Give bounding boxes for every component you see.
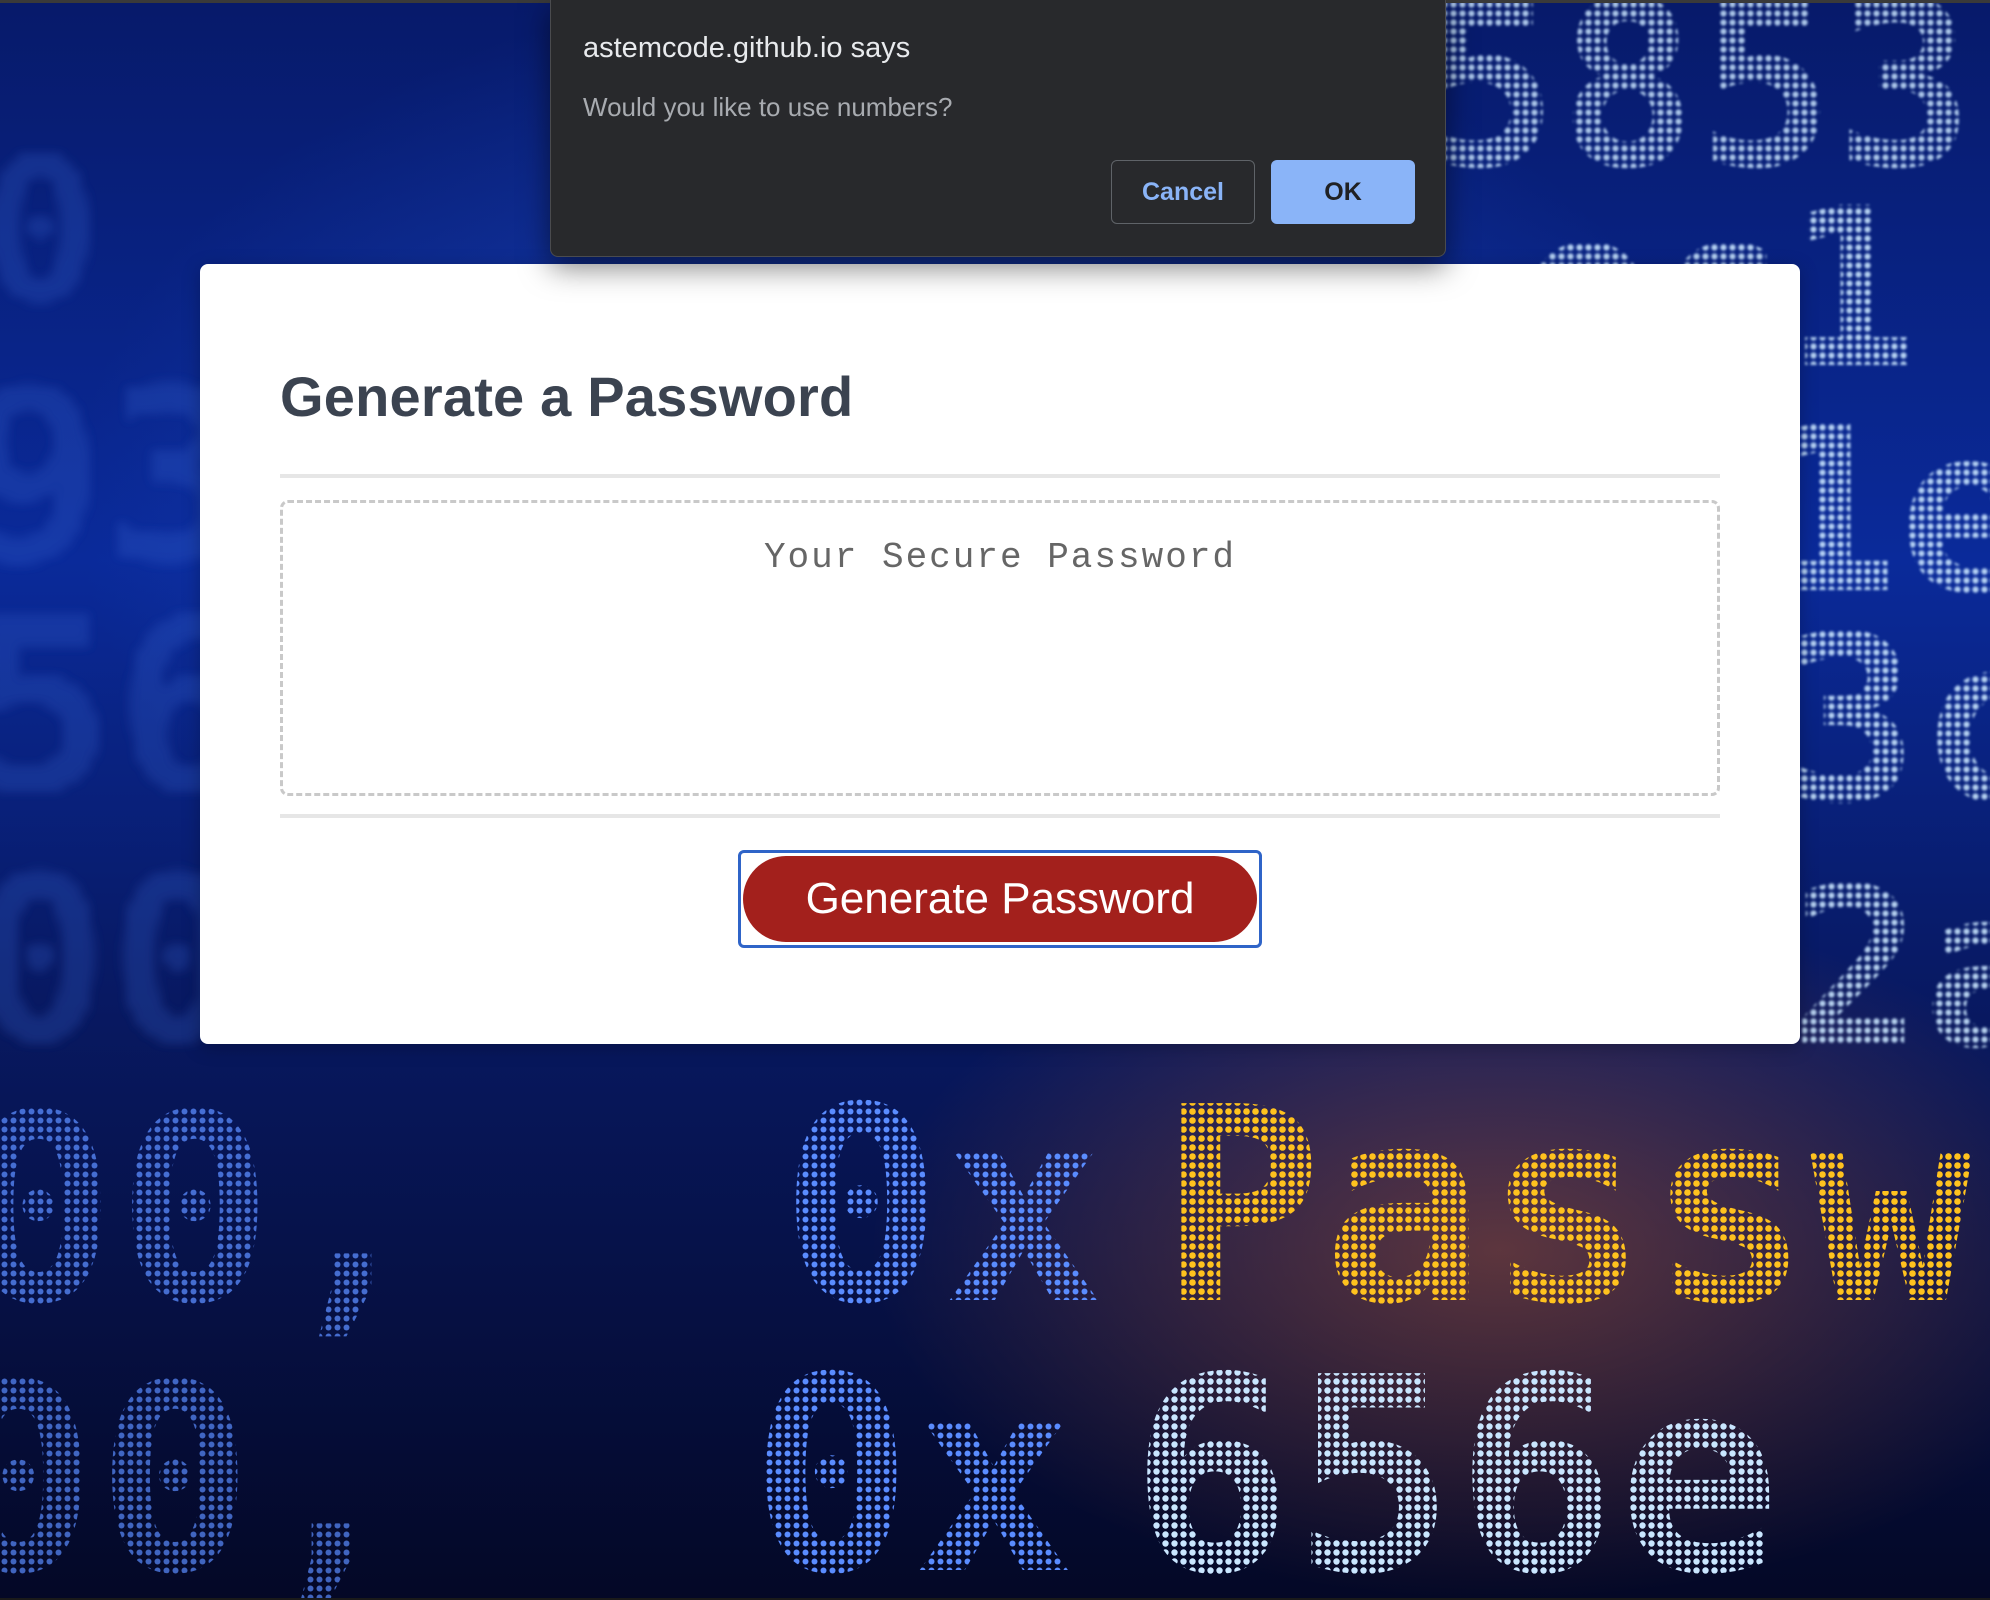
dialog-message: Would you like to use numbers? [583, 92, 953, 122]
svg-text:0x: 0x [780, 1049, 1105, 1364]
bg-digits-00: 00, [0, 1060, 430, 1362]
cancel-button[interactable]: Cancel [1111, 160, 1255, 224]
generate-password-button[interactable]: Generate Password [743, 856, 1257, 942]
svg-text:00,: 00, [0, 1330, 410, 1600]
password-card: Generate a Password Your Secure Password… [200, 264, 1800, 1044]
bg-digits-3c: 3c [1780, 588, 1990, 855]
svg-text:0: 0 [0, 115, 100, 348]
password-placeholder: Your Secure Password [763, 537, 1237, 578]
dialog-origin-title: astemcode.github.io says [583, 32, 911, 64]
bg-password-text: Passw [1160, 1049, 1975, 1364]
ok-button[interactable]: OK [1271, 160, 1415, 224]
header-divider [280, 474, 1720, 478]
browser-confirm-dialog: astemcode.github.io says Would you like … [550, 0, 1446, 257]
svg-text:656e: 656e [1130, 1319, 1780, 1600]
card-title: Generate a Password [280, 365, 854, 428]
generate-button-focus-ring: Generate Password [738, 850, 1262, 948]
password-output-textarea[interactable]: Your Secure Password [280, 500, 1720, 796]
footer-divider [280, 814, 1720, 818]
svg-text:0x: 0x [750, 1319, 1075, 1600]
